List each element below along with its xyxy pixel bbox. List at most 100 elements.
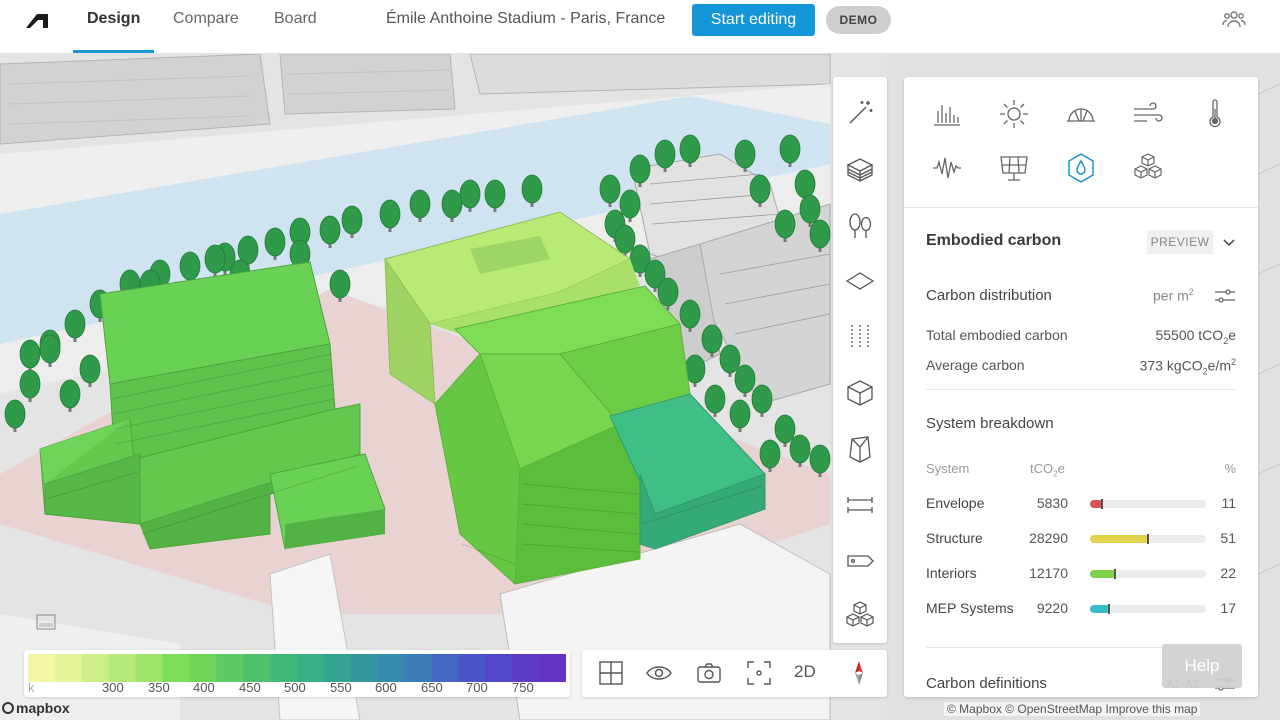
cube-icon[interactable]: [844, 377, 876, 409]
tree: [64, 309, 86, 339]
tree: [749, 174, 771, 204]
help-button[interactable]: Help: [1162, 644, 1242, 688]
legend-swatch: [108, 654, 137, 682]
tree: [794, 169, 816, 199]
solar-panel-icon[interactable]: [997, 151, 1031, 185]
massing-icon[interactable]: [1131, 151, 1165, 185]
tree: [264, 227, 286, 257]
tree: [789, 434, 811, 464]
tree: [759, 439, 781, 469]
tree: [204, 244, 226, 274]
multi-cube-icon[interactable]: [844, 599, 876, 631]
trees-icon[interactable]: [844, 209, 876, 241]
system-bar-track: [1090, 569, 1206, 579]
column-percent: %: [1224, 461, 1236, 476]
tree: [329, 269, 351, 299]
noise-icon[interactable]: [930, 151, 964, 185]
tag-icon[interactable]: [844, 545, 876, 577]
legend-swatch: [377, 654, 406, 682]
wedge-icon[interactable]: [844, 433, 876, 465]
system-name: MEP Systems: [926, 600, 1014, 616]
legend-swatch: [323, 654, 352, 682]
tree: [679, 299, 701, 329]
chevron-down-icon[interactable]: [1220, 233, 1238, 251]
top-bar: Design Compare Board Émile Anthoine Stad…: [0, 0, 1280, 54]
legend-label: 450: [239, 680, 261, 695]
tree: [599, 174, 621, 204]
camera-icon[interactable]: [694, 658, 724, 688]
zones-icon[interactable]: [844, 321, 876, 353]
distribution-unit[interactable]: per m2: [1153, 287, 1194, 304]
divider: [926, 389, 1236, 390]
legend-label: 600: [375, 680, 397, 695]
users-icon[interactable]: [1222, 8, 1246, 30]
system-bar-marker: [1147, 534, 1149, 544]
legend-swatch: [28, 654, 56, 682]
legend-swatch: [135, 654, 163, 682]
legend-swatch: [297, 654, 325, 682]
system-bar-fill: [1090, 535, 1149, 543]
legend-start-label: k: [28, 680, 35, 695]
tree: [59, 379, 81, 409]
demo-badge: DEMO: [826, 6, 891, 34]
sun-icon[interactable]: [997, 97, 1031, 131]
legend-gradient: [28, 654, 566, 682]
system-bar-track: [1090, 534, 1206, 544]
carbon-definitions-title[interactable]: Carbon definitions: [926, 675, 1047, 692]
grid-view-icon[interactable]: [596, 658, 626, 688]
system-bar-track: [1090, 499, 1206, 509]
ground-plane-icon[interactable]: [844, 265, 876, 297]
system-value: 28290: [1029, 530, 1068, 546]
project-title: Émile Anthoine Stadium - Paris, France: [386, 10, 666, 27]
legend-swatch: [216, 654, 244, 682]
mapbox-logo[interactable]: mapbox: [2, 700, 70, 718]
compass-icon[interactable]: [844, 658, 874, 688]
tree: [629, 154, 651, 184]
tree: [809, 444, 831, 474]
column-unit: tCO2e: [1030, 461, 1065, 479]
eye-icon[interactable]: [644, 658, 674, 688]
tree: [704, 384, 726, 414]
width-icon[interactable]: [844, 489, 876, 521]
tab-compare[interactable]: Compare: [173, 0, 239, 54]
legend-label: 400: [193, 680, 215, 695]
magic-wand-icon[interactable]: [844, 97, 876, 129]
tree: [79, 354, 101, 384]
app-logo-icon[interactable]: [24, 12, 50, 30]
system-percent: 11: [1221, 495, 1236, 511]
tree: [484, 179, 506, 209]
carbon-distribution-label: Carbon distribution: [926, 287, 1052, 304]
system-breakdown-title: System breakdown: [926, 415, 1054, 432]
carbon-drop-icon[interactable]: [1064, 151, 1098, 185]
tree: [319, 215, 341, 245]
legend-swatch: [512, 654, 540, 682]
section-title: Embodied carbon: [926, 232, 1062, 249]
legend-swatch: [404, 654, 432, 682]
system-name: Envelope: [926, 495, 985, 511]
legend-swatch: [539, 654, 566, 682]
tree: [729, 399, 751, 429]
thermometer-icon[interactable]: [1198, 97, 1232, 131]
sliders-icon[interactable]: [1213, 286, 1237, 306]
tab-board[interactable]: Board: [274, 0, 317, 54]
building-stack-icon[interactable]: [844, 153, 876, 185]
start-editing-button[interactable]: Start editing: [692, 4, 815, 36]
histogram-icon[interactable]: [930, 97, 964, 131]
wind-icon[interactable]: [1131, 97, 1165, 131]
legend-label: 650: [421, 680, 443, 695]
column-system: System: [926, 461, 970, 476]
legend-swatch: [350, 654, 379, 682]
focus-icon[interactable]: [744, 658, 774, 688]
tree: [341, 205, 363, 235]
mini-map-icon[interactable]: [36, 614, 56, 630]
system-value: 9220: [1036, 600, 1068, 616]
tree: [521, 174, 543, 204]
tree: [19, 369, 41, 399]
2d-toggle[interactable]: 2D: [794, 662, 816, 682]
daylight-icon[interactable]: [1064, 97, 1098, 131]
map-attribution[interactable]: © Mapbox © OpenStreetMap Improve this ma…: [944, 702, 1201, 716]
system-name: Structure: [926, 530, 983, 546]
tab-design[interactable]: Design: [72, 0, 155, 54]
tool-rail: [833, 77, 887, 643]
divider: [904, 207, 1258, 208]
